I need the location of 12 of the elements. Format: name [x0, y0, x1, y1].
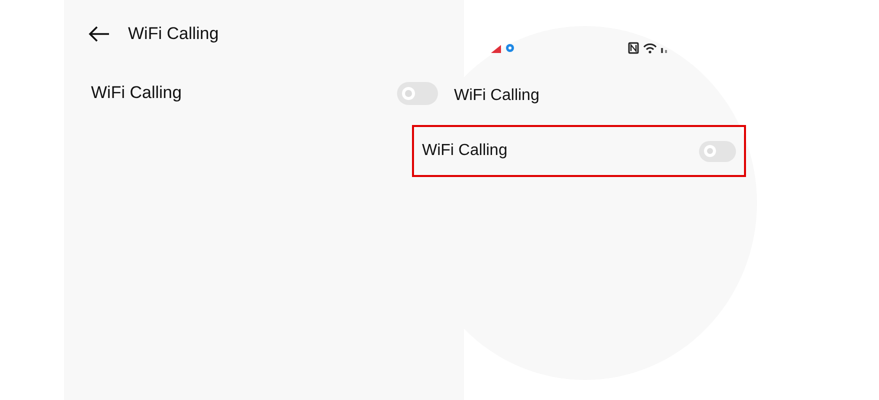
battery-icon — [661, 48, 667, 53]
wifi-icon — [643, 44, 657, 54]
toggle-switch[interactable] — [699, 140, 736, 162]
page-title: WiFi Calling — [454, 86, 540, 106]
setting-label: WiFi Calling — [91, 82, 182, 104]
status-dot-icon — [506, 44, 514, 52]
toggle-switch[interactable] — [397, 82, 438, 104]
page-title: WiFi Calling — [128, 23, 219, 46]
nfc-icon — [628, 42, 639, 54]
back-icon[interactable] — [88, 26, 110, 42]
signal-icon — [491, 45, 501, 53]
setting-label: WiFi Calling — [422, 141, 508, 161]
